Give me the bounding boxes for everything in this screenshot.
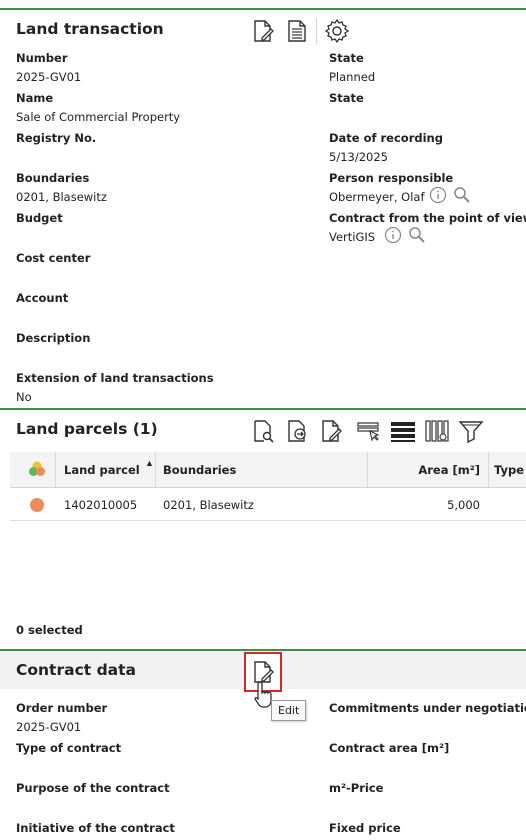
field-label-contract-pov: Contract from the point of view of: [329, 211, 526, 225]
cell-land-parcel: 1402010005: [64, 498, 138, 512]
cell-area: 5,000: [447, 498, 480, 512]
edit-document-icon[interactable]: [250, 18, 276, 44]
field-label-extension: Extension of land transactions: [16, 371, 214, 385]
section-title-contract-data: Contract data: [16, 661, 136, 679]
field-label-state-2: State: [329, 91, 364, 105]
field-label-person-responsible: Person responsible: [329, 171, 454, 185]
column-separator: [367, 452, 368, 488]
list-view-icon[interactable]: [390, 418, 416, 444]
field-label-cost-center: Cost center: [16, 251, 91, 265]
field-label-boundaries: Boundaries: [16, 171, 90, 185]
search-icon[interactable]: [453, 186, 471, 204]
field-value-boundaries: 0201, Blasewitz: [16, 190, 107, 204]
info-icon[interactable]: [384, 226, 402, 244]
land-parcels-header: Land parcels (1): [0, 408, 526, 448]
report-document-icon[interactable]: [284, 18, 310, 44]
columns-icon[interactable]: [424, 418, 450, 444]
field-value-extension: No: [16, 390, 32, 404]
land-transaction-header: Land transaction: [0, 8, 526, 48]
field-label-number: Number: [16, 51, 68, 65]
field-label-type-of-contract: Type of contract: [16, 741, 122, 755]
field-label-name: Name: [16, 91, 54, 105]
column-separator: [155, 452, 156, 488]
selected-count: 0 selected: [16, 623, 83, 637]
field-label-initiative: Initiative of the contract: [16, 821, 175, 835]
field-label-order-number: Order number: [16, 701, 108, 715]
column-header-type[interactable]: Type c: [494, 463, 526, 477]
toolbar-separator: [316, 18, 317, 44]
field-value-contract-pov: VertiGIS: [329, 230, 376, 244]
info-icon[interactable]: [429, 186, 447, 204]
field-label-description: Description: [16, 331, 91, 345]
field-value-date-of-recording: 5/13/2025: [329, 150, 388, 164]
column-header-boundaries[interactable]: Boundaries: [163, 463, 236, 477]
edit-document-icon[interactable]: [318, 418, 344, 444]
field-label-contract-area: Contract area [m²]: [329, 741, 450, 755]
field-label-commitments: Commitments under negotiation: [329, 701, 526, 715]
column-header-area[interactable]: Area [m²]: [418, 463, 480, 477]
field-label-registry-no: Registry No.: [16, 131, 97, 145]
field-value-person-responsible: Obermeyer, Olaf: [329, 190, 425, 204]
field-value-name: Sale of Commercial Property: [16, 110, 181, 124]
export-document-icon[interactable]: [284, 418, 310, 444]
field-value-number: 2025-GV01: [16, 70, 82, 84]
sort-ascending-icon[interactable]: ▲: [145, 458, 154, 468]
column-separator: [55, 452, 56, 488]
gear-icon[interactable]: [324, 18, 350, 44]
column-header-land-parcel[interactable]: Land parcel: [64, 463, 140, 477]
search-icon[interactable]: [408, 226, 426, 244]
field-label-budget: Budget: [16, 211, 63, 225]
cell-boundaries: 0201, Blasewitz: [163, 498, 254, 512]
select-rows-icon[interactable]: [356, 418, 382, 444]
tooltip: Edit: [271, 700, 307, 721]
zoom-document-icon[interactable]: [250, 418, 276, 444]
table-row[interactable]: 1402010005 0201, Blasewitz 5,000: [10, 489, 526, 521]
field-label-m2-price: m²-Price: [329, 781, 384, 795]
column-separator: [488, 452, 489, 488]
filter-icon[interactable]: [458, 418, 484, 444]
section-title-land-parcels: Land parcels (1): [16, 420, 158, 438]
field-value-state: Planned: [329, 70, 376, 84]
section-title-land-transaction: Land transaction: [16, 20, 164, 38]
field-value-order-number: 2025-GV01: [16, 720, 82, 734]
field-label-date-of-recording: Date of recording: [329, 131, 443, 145]
table-header: Land parcel ▲ Boundaries Area [m²] Type …: [10, 452, 526, 488]
layers-icon: [28, 460, 46, 478]
status-dot: [30, 498, 44, 512]
field-label-fixed-price: Fixed price: [329, 821, 401, 835]
field-label-state: State: [329, 51, 364, 65]
field-label-purpose: Purpose of the contract: [16, 781, 170, 795]
field-label-account: Account: [16, 291, 69, 305]
